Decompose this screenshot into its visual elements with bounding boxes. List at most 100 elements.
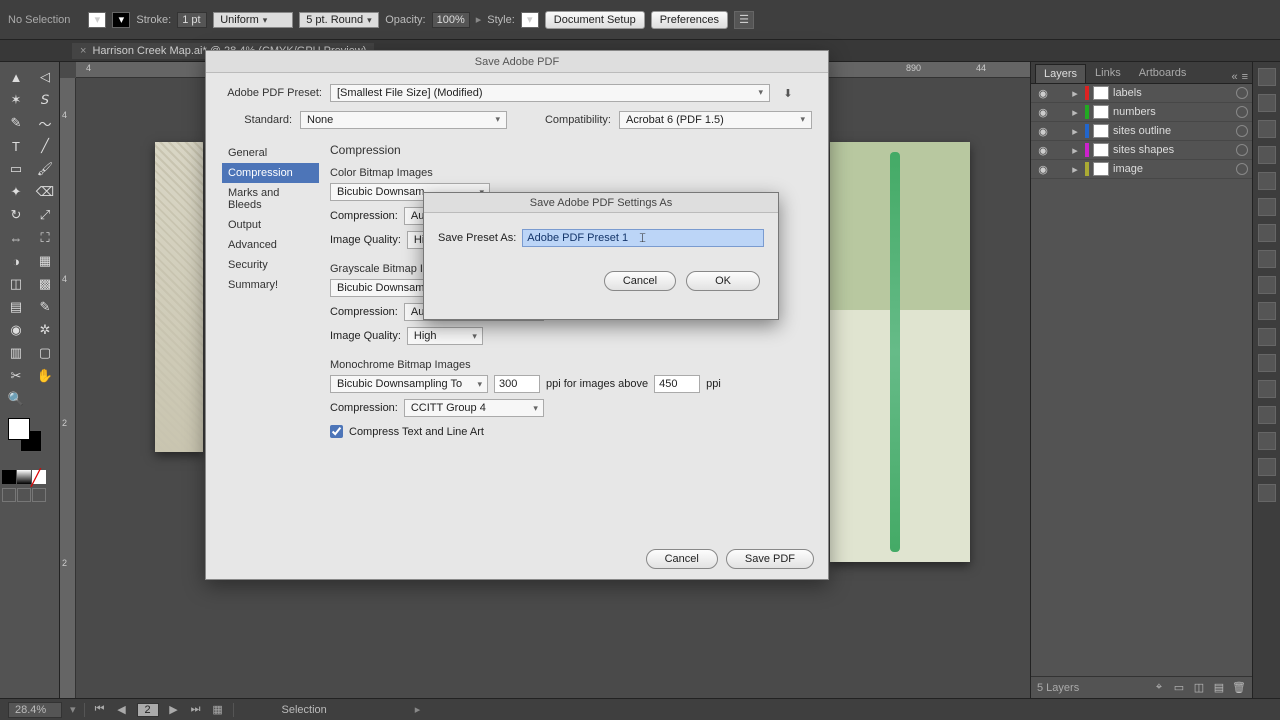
- brush-dropdown[interactable]: 5 pt. Round: [299, 12, 379, 28]
- fill-stroke-swatches[interactable]: [4, 418, 55, 462]
- type-tool-icon[interactable]: T: [2, 135, 30, 157]
- rotate-tool-icon[interactable]: ↻: [2, 204, 30, 226]
- pdf-save-button[interactable]: Save PDF: [726, 549, 814, 569]
- layer-name[interactable]: numbers: [1113, 106, 1232, 118]
- width-tool-icon[interactable]: ⇔: [2, 227, 30, 249]
- close-tab-icon[interactable]: ×: [80, 45, 86, 57]
- visibility-toggle-icon[interactable]: ◉: [1035, 163, 1051, 176]
- mono-compression-dropdown[interactable]: CCITT Group 4: [404, 399, 544, 417]
- hand-tool-icon[interactable]: ✋: [31, 365, 59, 387]
- stroke-weight-field[interactable]: 1 pt: [177, 12, 207, 28]
- lasso-tool-icon[interactable]: 𝘚: [31, 89, 59, 111]
- preset-name-input[interactable]: [522, 229, 764, 247]
- new-layer-icon[interactable]: ▤: [1212, 681, 1226, 695]
- sidebar-item-marks-bleeds[interactable]: Marks and Bleeds: [222, 183, 319, 215]
- target-icon[interactable]: [1236, 87, 1248, 99]
- sidebar-item-output[interactable]: Output: [222, 215, 319, 235]
- visibility-toggle-icon[interactable]: ◉: [1035, 144, 1051, 157]
- align-icon[interactable]: ☰: [734, 11, 754, 29]
- layer-row[interactable]: ◉▸numbers: [1031, 103, 1252, 122]
- preset-cancel-button[interactable]: Cancel: [604, 271, 676, 291]
- screen-mode-normal-icon[interactable]: [2, 488, 16, 502]
- mono-downsample-dropdown[interactable]: Bicubic Downsampling To: [330, 375, 488, 393]
- perspective-tool-icon[interactable]: ◫: [2, 273, 30, 295]
- color-mode-gradient-icon[interactable]: [17, 470, 31, 484]
- zoom-tool-icon[interactable]: 🔍: [2, 388, 30, 410]
- zoom-field[interactable]: 28.4%: [8, 702, 62, 718]
- spare-tool-icon[interactable]: [31, 388, 59, 410]
- paintbrush-tool-icon[interactable]: 🖌: [31, 158, 59, 180]
- tab-artboards[interactable]: Artboards: [1130, 63, 1196, 83]
- target-icon[interactable]: [1236, 163, 1248, 175]
- dock-transform-icon[interactable]: [1258, 406, 1276, 424]
- color-mode-solid-icon[interactable]: [2, 470, 16, 484]
- layer-name[interactable]: sites shapes: [1113, 144, 1232, 156]
- document-setup-button[interactable]: Document Setup: [545, 11, 645, 29]
- gray-quality-dropdown[interactable]: High: [407, 327, 483, 345]
- sidebar-item-summary[interactable]: Summary!: [222, 275, 319, 295]
- line-tool-icon[interactable]: ╱: [31, 135, 59, 157]
- magic-wand-tool-icon[interactable]: ✶: [2, 89, 30, 111]
- tab-layers[interactable]: Layers: [1035, 64, 1086, 83]
- mono-ppi-field[interactable]: 300: [494, 375, 540, 393]
- screen-mode-presentation-icon[interactable]: [32, 488, 46, 502]
- next-artboard-icon[interactable]: ▶: [167, 703, 181, 716]
- disclosure-icon[interactable]: ▸: [1069, 125, 1081, 138]
- dock-symbols-icon[interactable]: [1258, 198, 1276, 216]
- color-mode-none-icon[interactable]: ╱: [32, 470, 46, 484]
- opacity-field[interactable]: 100%: [432, 12, 470, 28]
- status-menu-icon[interactable]: ▸: [415, 703, 421, 716]
- preferences-button[interactable]: Preferences: [651, 11, 728, 29]
- new-sublayer-icon[interactable]: ◫: [1192, 681, 1206, 695]
- layer-name[interactable]: image: [1113, 163, 1232, 175]
- dock-brushes-icon[interactable]: [1258, 172, 1276, 190]
- disclosure-icon[interactable]: ▸: [1069, 144, 1081, 157]
- dock-character-icon[interactable]: [1258, 458, 1276, 476]
- disclosure-icon[interactable]: ▸: [1069, 163, 1081, 176]
- save-preset-icon[interactable]: ⬇: [776, 83, 800, 103]
- layer-row[interactable]: ◉ ▸ sites shapes: [1031, 141, 1252, 160]
- shape-builder-tool-icon[interactable]: ◑: [2, 250, 30, 272]
- disclosure-icon[interactable]: ▸: [1069, 87, 1081, 100]
- dock-libraries-icon[interactable]: [1258, 94, 1276, 112]
- live-paint-tool-icon[interactable]: ▦: [31, 250, 59, 272]
- screen-mode-full-icon[interactable]: [17, 488, 31, 502]
- eyedropper-tool-icon[interactable]: ✎: [31, 296, 59, 318]
- last-artboard-icon[interactable]: ⏭: [189, 703, 203, 716]
- prev-artboard-icon[interactable]: ◀: [115, 703, 129, 716]
- delete-layer-icon[interactable]: 🗑: [1232, 681, 1246, 695]
- shaper-tool-icon[interactable]: ✦: [2, 181, 30, 203]
- locate-layer-icon[interactable]: ⌖: [1152, 681, 1166, 695]
- layer-name[interactable]: sites outline: [1113, 125, 1232, 137]
- dock-stroke-icon[interactable]: [1258, 224, 1276, 242]
- dock-color-icon[interactable]: [1258, 120, 1276, 138]
- dock-swatches-icon[interactable]: [1258, 146, 1276, 164]
- slice-tool-icon[interactable]: ✂: [2, 365, 30, 387]
- artboard-nav-icon[interactable]: ▦: [211, 703, 225, 716]
- pen-tool-icon[interactable]: ✎: [2, 112, 30, 134]
- tab-links[interactable]: Links: [1086, 63, 1130, 83]
- sidebar-item-general[interactable]: General: [222, 143, 319, 163]
- pdf-cancel-button[interactable]: Cancel: [646, 549, 718, 569]
- fill-swatch[interactable]: ▾: [88, 12, 106, 28]
- free-transform-tool-icon[interactable]: ⛶: [31, 227, 59, 249]
- vertical-ruler[interactable]: 4 4 2 2: [60, 78, 76, 698]
- eraser-tool-icon[interactable]: ⌫: [31, 181, 59, 203]
- graph-tool-icon[interactable]: ▥: [2, 342, 30, 364]
- mono-above-field[interactable]: 450: [654, 375, 700, 393]
- fill-color-icon[interactable]: [8, 418, 30, 440]
- layer-row[interactable]: ◉▸sites outline: [1031, 122, 1252, 141]
- direct-select-tool-icon[interactable]: ◁: [31, 66, 59, 88]
- dock-properties-icon[interactable]: [1258, 68, 1276, 86]
- curvature-tool-icon[interactable]: 〜: [31, 112, 59, 134]
- standard-dropdown[interactable]: None: [300, 111, 507, 129]
- preset-ok-button[interactable]: OK: [686, 271, 760, 291]
- dock-paragraph-icon[interactable]: [1258, 484, 1276, 502]
- artboard-2[interactable]: [830, 142, 970, 562]
- artboard-tool-icon[interactable]: ▢: [31, 342, 59, 364]
- dock-align-icon[interactable]: [1258, 354, 1276, 372]
- stroke-swatch[interactable]: ▾: [112, 12, 130, 28]
- style-swatch[interactable]: ▾: [521, 12, 539, 28]
- selection-tool-icon[interactable]: ▲: [2, 66, 30, 88]
- dock-graphic-styles-icon[interactable]: [1258, 328, 1276, 346]
